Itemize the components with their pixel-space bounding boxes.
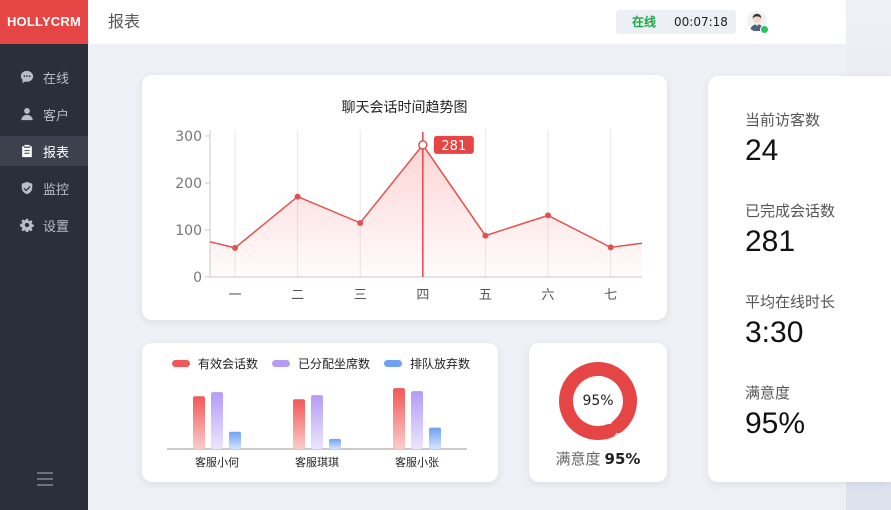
sidebar-item-label: 监控 bbox=[43, 182, 70, 198]
agent-bar-chart: 客服小何 客服琪琪 客服小张 bbox=[167, 388, 467, 469]
sidebar-item-settings[interactable]: 设置 bbox=[0, 210, 88, 240]
x-tick-label: 六 bbox=[542, 288, 555, 303]
data-point bbox=[232, 244, 238, 251]
agent-stats-card: 有效会话数 已分配坐席数 排队放弃数 客服小何 客服琪琪 客服小张 bbox=[142, 343, 498, 482]
stat-current-visitors: 当前访客数 24 bbox=[745, 109, 820, 168]
sidebar-item-monitor[interactable]: 监控 bbox=[0, 173, 88, 203]
stat-completed-sessions: 已完成会话数 281 bbox=[745, 200, 835, 259]
bar-abandoned bbox=[429, 427, 441, 449]
stat-label: 当前访客数 bbox=[745, 111, 821, 129]
bar-abandoned bbox=[229, 431, 241, 449]
x-tick-label: 三 bbox=[354, 288, 367, 303]
sidebar-item-label: 设置 bbox=[43, 219, 70, 235]
top-bar: 报表 在线 00:07:18 bbox=[88, 0, 846, 44]
y-tick-label: 0 bbox=[193, 270, 202, 286]
stat-avg-online-time: 平均在线时长 3:30 bbox=[745, 291, 835, 350]
data-point bbox=[607, 244, 614, 251]
tooltip-label: 281 bbox=[441, 139, 466, 154]
data-point bbox=[294, 193, 301, 200]
status-badge: 在线 bbox=[632, 15, 657, 29]
sidebar-item-label: 客户 bbox=[43, 108, 70, 124]
sidebar-nav: 在线 客户 报表 监控 设置 bbox=[0, 62, 88, 247]
summary-stats-card: 当前访客数 24 已完成会话数 281 平均在线时长 3:30 满意度 95% bbox=[708, 76, 891, 482]
bar-valid bbox=[193, 396, 205, 449]
bar-assigned bbox=[311, 395, 323, 449]
data-point bbox=[357, 219, 364, 226]
satisfaction-title: 满意度 bbox=[555, 450, 601, 468]
stat-value: 281 bbox=[745, 225, 796, 258]
chat-icon bbox=[20, 70, 34, 84]
x-tick-label: 一 bbox=[228, 288, 241, 303]
series-area bbox=[210, 144, 642, 277]
session-trend-chart: 0 100 200 300 一 二 三 四 五 六 七 281 bbox=[175, 129, 643, 303]
x-tick-label: 客服小张 bbox=[395, 455, 439, 469]
gear-icon bbox=[20, 218, 34, 232]
app-logo[interactable]: HOLLYCRM bbox=[0, 0, 88, 44]
bar-assigned bbox=[211, 392, 223, 449]
x-tick-label: 客服琪琪 bbox=[295, 455, 339, 469]
x-tick-label: 二 bbox=[291, 288, 304, 303]
data-point bbox=[545, 212, 552, 219]
sidebar-item-label: 在线 bbox=[43, 71, 70, 87]
x-tick-label: 七 bbox=[604, 288, 617, 303]
bar-abandoned bbox=[329, 438, 341, 449]
donut-center-label: 95% bbox=[582, 393, 614, 409]
sidebar-item-label: 报表 bbox=[43, 145, 70, 161]
satisfaction-card: 95% 满意度 95% bbox=[529, 343, 667, 482]
page-title: 报表 bbox=[108, 12, 141, 31]
app-root: HOLLYCRM 在线 客户 报表 监控 设置 报表 在线 00:07:18 聊… bbox=[0, 0, 891, 510]
stat-satisfaction: 满意度 95% bbox=[745, 382, 805, 441]
hamburger-icon[interactable] bbox=[37, 472, 53, 486]
y-tick-label: 100 bbox=[175, 223, 202, 239]
clipboard-icon bbox=[22, 144, 32, 158]
y-tick-label: 300 bbox=[175, 129, 202, 145]
x-tick-label: 四 bbox=[416, 288, 429, 303]
agent-status[interactable]: 在线 00:07:18 bbox=[616, 10, 736, 34]
stat-label: 平均在线时长 bbox=[745, 293, 836, 311]
sidebar: HOLLYCRM 在线 客户 报表 监控 设置 bbox=[0, 0, 88, 510]
sidebar-item-reports[interactable]: 报表 bbox=[0, 136, 88, 166]
bar-assigned bbox=[411, 391, 423, 449]
user-icon bbox=[21, 108, 33, 121]
session-trend-card: 聊天会话时间趋势图 0 100 200 300 一二三四五六七 281 bbox=[142, 75, 667, 320]
sidebar-item-online[interactable]: 在线 bbox=[0, 62, 88, 92]
bar-valid bbox=[293, 399, 305, 449]
bar-valid bbox=[393, 388, 405, 449]
stat-value: 3:30 bbox=[745, 316, 804, 349]
x-tick-label: 客服小何 bbox=[195, 455, 239, 469]
stat-value: 95% bbox=[745, 407, 806, 440]
data-point-highlight bbox=[418, 140, 428, 150]
satisfaction-value: 95% bbox=[604, 450, 641, 468]
stat-label: 满意度 bbox=[745, 384, 791, 402]
data-point bbox=[482, 232, 489, 239]
sidebar-item-customers[interactable]: 客户 bbox=[0, 99, 88, 129]
satisfaction-label: 满意度 95% bbox=[529, 448, 667, 469]
stat-label: 已完成会话数 bbox=[745, 202, 836, 220]
session-timer: 00:07:18 bbox=[674, 15, 728, 29]
stat-value: 24 bbox=[745, 134, 779, 167]
x-tick-label: 五 bbox=[479, 288, 492, 303]
online-indicator bbox=[760, 25, 769, 34]
y-tick-label: 200 bbox=[175, 176, 202, 192]
shield-icon bbox=[21, 181, 33, 195]
